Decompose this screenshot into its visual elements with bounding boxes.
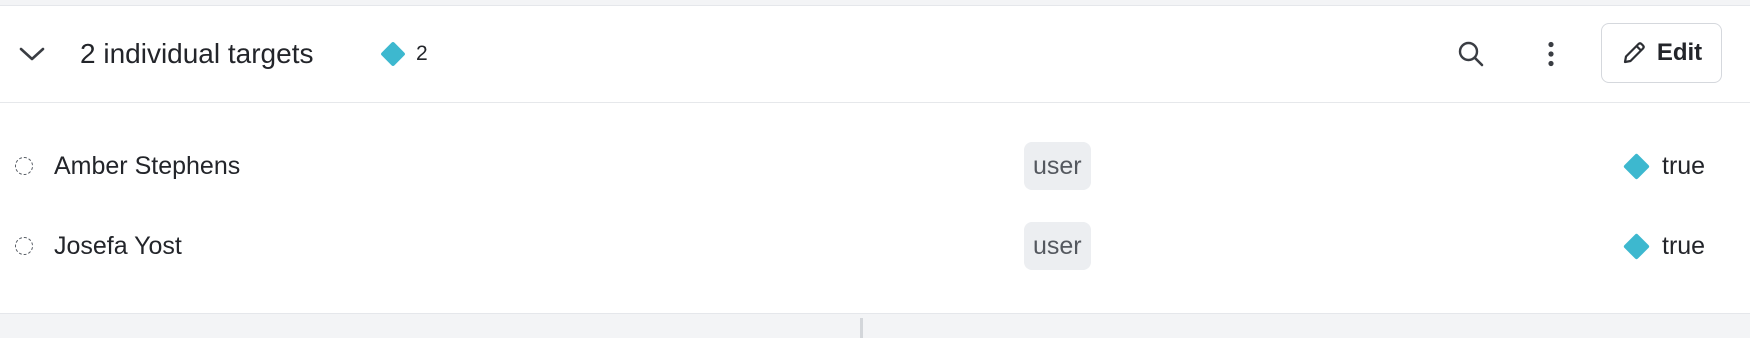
variation-count: 2 bbox=[416, 42, 428, 65]
dashed-circle-icon bbox=[15, 157, 33, 175]
resize-handle[interactable] bbox=[860, 318, 863, 338]
variation-value: true bbox=[1662, 232, 1706, 260]
diamond-icon bbox=[380, 41, 406, 67]
target-name: Amber Stephens bbox=[54, 152, 241, 180]
served-variation: true bbox=[1623, 151, 1706, 181]
chevron-down-icon bbox=[19, 47, 45, 61]
diamond-icon bbox=[1623, 232, 1650, 260]
pencil-icon bbox=[1623, 42, 1645, 64]
dashed-circle-icon bbox=[15, 237, 33, 255]
edit-button[interactable]: Edit bbox=[1601, 23, 1722, 83]
diamond-icon bbox=[1623, 152, 1650, 180]
target-name: Josefa Yost bbox=[54, 232, 182, 260]
edit-button-label: Edit bbox=[1656, 39, 1703, 66]
targets-header: 2 individual targets 2 Edit bbox=[0, 6, 1750, 103]
context-kind-badge: user bbox=[1024, 142, 1091, 190]
target-row[interactable]: Josefa Yost user true bbox=[0, 216, 1750, 276]
individual-targets-panel: 2 individual targets 2 Edit Amber Stephe… bbox=[0, 0, 1750, 338]
target-row[interactable]: Amber Stephens user true bbox=[0, 136, 1750, 196]
served-variation: true bbox=[1623, 231, 1706, 261]
variation-indicator: 2 bbox=[380, 40, 428, 68]
more-options-button[interactable] bbox=[1531, 34, 1571, 74]
bottom-divider bbox=[0, 313, 1750, 338]
collapse-toggle-button[interactable] bbox=[12, 34, 52, 74]
search-icon bbox=[1458, 41, 1484, 67]
context-kind-badge: user bbox=[1024, 222, 1091, 270]
search-button[interactable] bbox=[1451, 34, 1491, 74]
variation-value: true bbox=[1662, 152, 1706, 180]
section-title: 2 individual targets bbox=[80, 38, 314, 69]
more-vertical-icon bbox=[1548, 41, 1554, 67]
